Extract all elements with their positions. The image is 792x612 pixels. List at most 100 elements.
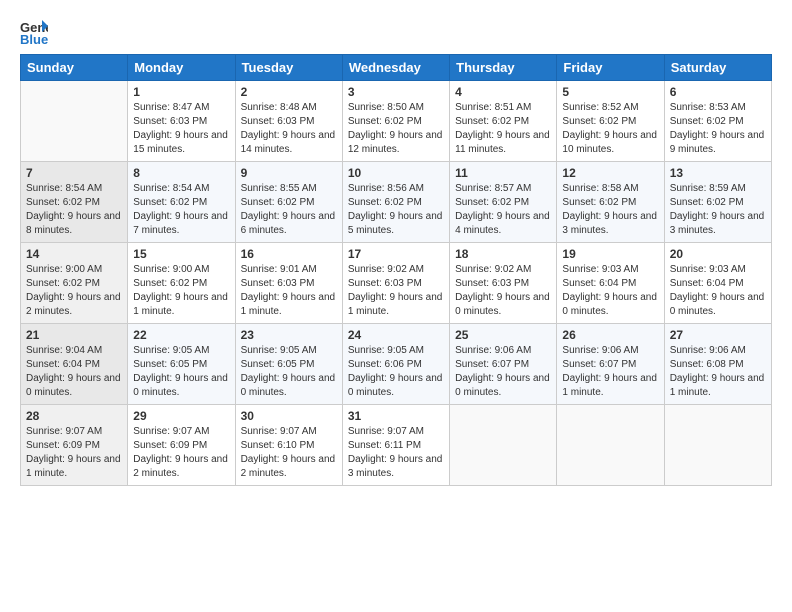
day-number: 22 — [133, 328, 229, 342]
calendar-cell: 27 Sunrise: 9:06 AMSunset: 6:08 PMDayligh… — [664, 324, 771, 405]
calendar-cell: 25 Sunrise: 9:06 AMSunset: 6:07 PMDayligh… — [450, 324, 557, 405]
day-info: Sunrise: 8:57 AMSunset: 6:02 PMDaylight:… — [455, 182, 551, 238]
day-info: Sunrise: 9:04 AMSunset: 6:04 PMDaylight:… — [26, 344, 122, 400]
calendar-week-row: 7 Sunrise: 8:54 AMSunset: 6:02 PMDaylight… — [21, 162, 772, 243]
weekday-header: Sunday — [21, 55, 128, 81]
calendar-cell: 16 Sunrise: 9:01 AMSunset: 6:03 PMDayligh… — [235, 243, 342, 324]
calendar-week-row: 28 Sunrise: 9:07 AMSunset: 6:09 PMDayligh… — [21, 405, 772, 486]
calendar-cell: 28 Sunrise: 9:07 AMSunset: 6:09 PMDayligh… — [21, 405, 128, 486]
calendar-cell: 10 Sunrise: 8:56 AMSunset: 6:02 PMDayligh… — [342, 162, 449, 243]
day-number: 17 — [348, 247, 444, 261]
day-info: Sunrise: 8:52 AMSunset: 6:02 PMDaylight:… — [562, 101, 658, 157]
calendar-cell: 14Sunrise: 9:00 AMSunset: 6:02 PMDayligh… — [21, 243, 128, 324]
day-info: Sunrise: 9:06 AMSunset: 6:07 PMDaylight:… — [562, 344, 658, 400]
calendar-cell: 7Sunrise: 8:54 AMSunset: 6:02 PMDaylight… — [21, 162, 128, 243]
day-info: Sunrise: 9:07 AMSunset: 6:09 PMDaylight:… — [133, 425, 229, 481]
day-info: Sunrise: 8:48 AMSunset: 6:03 PMDaylight:… — [241, 101, 337, 157]
day-number: 28 — [26, 409, 122, 423]
weekday-header: Friday — [557, 55, 664, 81]
calendar-cell — [450, 405, 557, 486]
calendar-cell: 3Sunrise: 8:50 AMSunset: 6:02 PMDaylight… — [342, 81, 449, 162]
calendar-cell: 26 Sunrise: 9:06 AMSunset: 6:07 PMDayligh… — [557, 324, 664, 405]
day-info: Sunrise: 8:53 AMSunset: 6:02 PMDaylight:… — [670, 101, 766, 157]
calendar-cell: 1 Sunrise: 8:47 AMSunset: 6:03 PMDaylight… — [128, 81, 235, 162]
calendar-cell: 19 Sunrise: 9:03 AMSunset: 6:04 PMDayligh… — [557, 243, 664, 324]
day-number: 5 — [562, 85, 658, 99]
calendar-cell: 29 Sunrise: 9:07 AMSunset: 6:09 PMDayligh… — [128, 405, 235, 486]
day-info: Sunrise: 9:01 AMSunset: 6:03 PMDaylight:… — [241, 263, 337, 319]
calendar-cell: 4 Sunrise: 8:51 AMSunset: 6:02 PMDaylight… — [450, 81, 557, 162]
calendar-cell: 23 Sunrise: 9:05 AMSunset: 6:05 PMDayligh… — [235, 324, 342, 405]
day-number: 24 — [348, 328, 444, 342]
calendar-page: General Blue SundayMondayTuesdayWednesda… — [0, 0, 792, 612]
day-number: 30 — [241, 409, 337, 423]
day-info: Sunrise: 9:02 AMSunset: 6:03 PMDaylight:… — [455, 263, 551, 319]
day-number: 29 — [133, 409, 229, 423]
calendar-cell: 8Sunrise: 8:54 AMSunset: 6:02 PMDaylight… — [128, 162, 235, 243]
day-number: 9 — [241, 166, 337, 180]
day-info: Sunrise: 9:07 AMSunset: 6:09 PMDaylight:… — [26, 425, 122, 481]
day-number: 27 — [670, 328, 766, 342]
header: General Blue — [20, 18, 772, 46]
calendar-cell: 6 Sunrise: 8:53 AMSunset: 6:02 PMDaylight… — [664, 81, 771, 162]
day-number: 19 — [562, 247, 658, 261]
day-info: Sunrise: 9:00 AMSunset: 6:02 PMDaylight:… — [26, 263, 122, 319]
day-number: 10 — [348, 166, 444, 180]
day-info: Sunrise: 9:05 AMSunset: 6:06 PMDaylight:… — [348, 344, 444, 400]
calendar-week-row: 14Sunrise: 9:00 AMSunset: 6:02 PMDayligh… — [21, 243, 772, 324]
calendar-week-row: 21Sunrise: 9:04 AMSunset: 6:04 PMDayligh… — [21, 324, 772, 405]
calendar-cell: 11 Sunrise: 8:57 AMSunset: 6:02 PMDayligh… — [450, 162, 557, 243]
day-info: Sunrise: 9:07 AMSunset: 6:10 PMDaylight:… — [241, 425, 337, 481]
day-info: Sunrise: 9:03 AMSunset: 6:04 PMDaylight:… — [562, 263, 658, 319]
calendar-cell: 17 Sunrise: 9:02 AMSunset: 6:03 PMDayligh… — [342, 243, 449, 324]
calendar-cell: 20 Sunrise: 9:03 AMSunset: 6:04 PMDayligh… — [664, 243, 771, 324]
weekday-header: Saturday — [664, 55, 771, 81]
calendar-cell — [557, 405, 664, 486]
day-number: 26 — [562, 328, 658, 342]
calendar-cell: 30 Sunrise: 9:07 AMSunset: 6:10 PMDayligh… — [235, 405, 342, 486]
day-number: 20 — [670, 247, 766, 261]
day-info: Sunrise: 9:06 AMSunset: 6:07 PMDaylight:… — [455, 344, 551, 400]
calendar-cell — [664, 405, 771, 486]
calendar-cell: 12 Sunrise: 8:58 AMSunset: 6:02 PMDayligh… — [557, 162, 664, 243]
day-info: Sunrise: 8:47 AMSunset: 6:03 PMDaylight:… — [133, 101, 229, 157]
weekday-header: Wednesday — [342, 55, 449, 81]
day-number: 16 — [241, 247, 337, 261]
day-number: 23 — [241, 328, 337, 342]
day-number: 6 — [670, 85, 766, 99]
day-info: Sunrise: 9:03 AMSunset: 6:04 PMDaylight:… — [670, 263, 766, 319]
day-number: 15 — [133, 247, 229, 261]
day-info: Sunrise: 9:06 AMSunset: 6:08 PMDaylight:… — [670, 344, 766, 400]
day-number: 1 — [133, 85, 229, 99]
day-info: Sunrise: 8:59 AMSunset: 6:02 PMDaylight:… — [670, 182, 766, 238]
day-number: 13 — [670, 166, 766, 180]
calendar-cell: 21Sunrise: 9:04 AMSunset: 6:04 PMDayligh… — [21, 324, 128, 405]
weekday-header: Monday — [128, 55, 235, 81]
day-info: Sunrise: 9:02 AMSunset: 6:03 PMDaylight:… — [348, 263, 444, 319]
calendar-cell: 5 Sunrise: 8:52 AMSunset: 6:02 PMDaylight… — [557, 81, 664, 162]
day-number: 18 — [455, 247, 551, 261]
calendar-cell: 22 Sunrise: 9:05 AMSunset: 6:05 PMDayligh… — [128, 324, 235, 405]
day-number: 25 — [455, 328, 551, 342]
calendar-cell: 2 Sunrise: 8:48 AMSunset: 6:03 PMDaylight… — [235, 81, 342, 162]
calendar-week-row: 1 Sunrise: 8:47 AMSunset: 6:03 PMDaylight… — [21, 81, 772, 162]
calendar-cell: 9 Sunrise: 8:55 AMSunset: 6:02 PMDaylight… — [235, 162, 342, 243]
day-info: Sunrise: 9:05 AMSunset: 6:05 PMDaylight:… — [241, 344, 337, 400]
day-info: Sunrise: 9:05 AMSunset: 6:05 PMDaylight:… — [133, 344, 229, 400]
logo-icon: General Blue — [20, 18, 48, 46]
day-number: 12 — [562, 166, 658, 180]
day-info: Sunrise: 8:58 AMSunset: 6:02 PMDaylight:… — [562, 182, 658, 238]
day-number: 2 — [241, 85, 337, 99]
weekday-header: Thursday — [450, 55, 557, 81]
day-number: 4 — [455, 85, 551, 99]
calendar-table: SundayMondayTuesdayWednesdayThursdayFrid… — [20, 54, 772, 486]
logo: General Blue — [20, 18, 48, 46]
day-info: Sunrise: 8:54 AMSunset: 6:02 PMDaylight:… — [133, 182, 229, 238]
day-info: Sunrise: 8:55 AMSunset: 6:02 PMDaylight:… — [241, 182, 337, 238]
day-info: Sunrise: 8:56 AMSunset: 6:02 PMDaylight:… — [348, 182, 444, 238]
weekday-header-row: SundayMondayTuesdayWednesdayThursdayFrid… — [21, 55, 772, 81]
day-number: 7 — [26, 166, 122, 180]
day-info: Sunrise: 8:51 AMSunset: 6:02 PMDaylight:… — [455, 101, 551, 157]
day-number: 11 — [455, 166, 551, 180]
calendar-cell: 24 Sunrise: 9:05 AMSunset: 6:06 PMDayligh… — [342, 324, 449, 405]
